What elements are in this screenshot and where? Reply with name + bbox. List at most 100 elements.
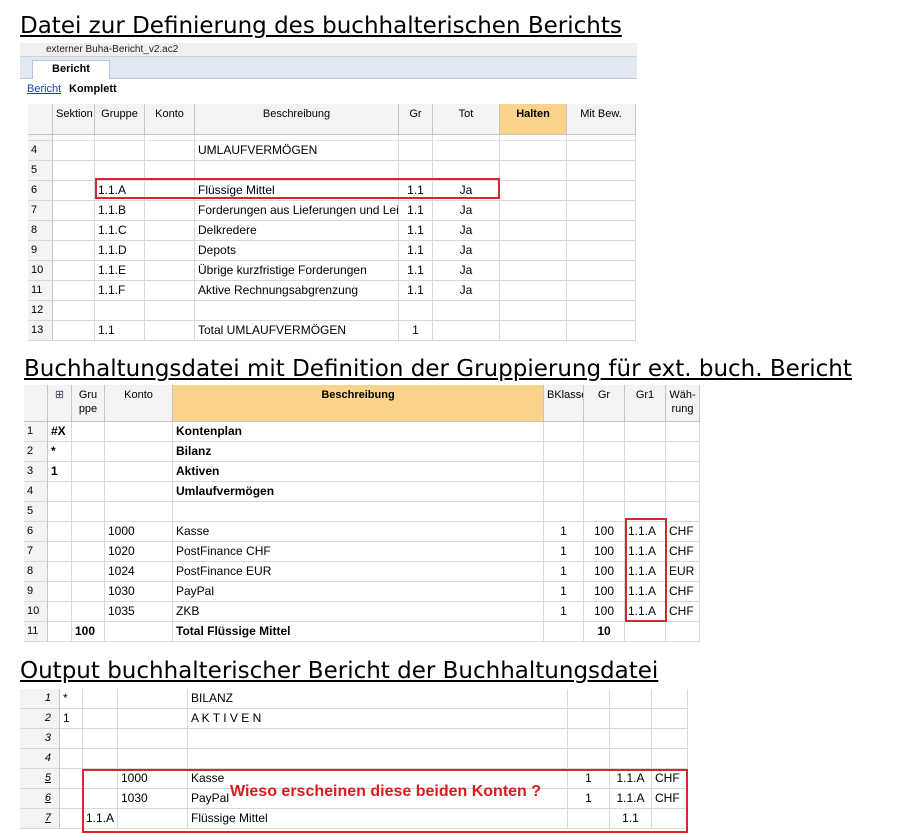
row-number: 4 <box>20 749 60 769</box>
row-number: 11 <box>24 622 48 642</box>
cell-gruppe: 1.1.F <box>95 281 145 301</box>
bericht-link[interactable]: Bericht <box>27 80 61 98</box>
cell-beschreibung: Umlaufvermögen <box>173 482 544 502</box>
cell-beschreibung <box>173 502 544 522</box>
cell-gr <box>584 482 625 502</box>
cell-halten <box>500 281 567 301</box>
cell-beschreibung: Delkredere <box>195 221 399 241</box>
cell-g <box>652 729 688 749</box>
row-number: 2 <box>20 709 60 729</box>
cell-w <box>666 482 700 502</box>
accounts-grid: ⊞ Gru ppe Konto Beschreibung BKlasse Gr Gr1 Wäh… <box>24 385 700 645</box>
cell-sec <box>48 622 72 642</box>
cell-beschreibung <box>195 301 399 321</box>
cell-w <box>666 502 700 522</box>
cell-w: CHF <box>666 522 700 542</box>
cell-gr <box>584 422 625 442</box>
accounting-file-window: ⊞ Gru ppe Konto Beschreibung BKlasse Gr Gr1 Wäh… <box>24 385 700 645</box>
cell-b <box>83 709 118 729</box>
column-header-whrung: Wäh- rung <box>666 385 700 422</box>
cell-beschreibung: PostFinance CHF <box>173 542 544 562</box>
cell-sec <box>48 582 72 602</box>
row-number: 2 <box>24 442 48 462</box>
cell-gr1 <box>625 622 666 642</box>
cell-halten <box>500 241 567 261</box>
row-number: 6 <box>28 181 53 201</box>
cell-beschreibung: Total UMLAUFVERMÖGEN <box>195 321 399 341</box>
cell-bk <box>544 622 584 642</box>
cell-w: CHF <box>666 602 700 622</box>
cell-tot <box>433 321 500 341</box>
cell-beschreibung: Aktive Rechnungsabgrenzung <box>195 281 399 301</box>
cell-gr <box>584 502 625 522</box>
cell-mitbew <box>567 301 636 321</box>
cell-konto <box>145 221 195 241</box>
cell-w <box>666 622 700 642</box>
cell-bk <box>544 422 584 442</box>
column-header-gr: Gr <box>584 385 625 422</box>
view-bar: Bericht Komplett <box>20 80 637 98</box>
cell-gr1 <box>625 462 666 482</box>
cell-gr: 1 <box>399 321 433 341</box>
cell-gr: 100 <box>584 602 625 622</box>
cell-gruppe <box>95 141 145 161</box>
cell-mitbew <box>567 201 636 221</box>
cell-gruppe <box>72 422 105 442</box>
window-title-bar: externer Buha-Bericht_v2.ac2 <box>20 43 637 57</box>
view-komplett[interactable]: Komplett <box>69 80 117 98</box>
column-header-tot: Tot <box>433 104 500 135</box>
cell-bk <box>544 442 584 462</box>
row-number: 9 <box>24 582 48 602</box>
column-header-gruppe: Gruppe <box>95 104 145 135</box>
cell-gr: 100 <box>584 582 625 602</box>
cell-b <box>83 749 118 769</box>
cell-gr: 1.1 <box>399 281 433 301</box>
cell-beschreibung: Übrige kurzfristige Forderungen <box>195 261 399 281</box>
cell-sec <box>48 482 72 502</box>
cell-sektion <box>53 181 95 201</box>
cell-mitbew <box>567 221 636 241</box>
cell-halten <box>500 321 567 341</box>
cell-konto <box>105 482 173 502</box>
cell-gr: 1.1 <box>399 261 433 281</box>
question-annotation: Wieso erscheinen diese beiden Konten ? <box>230 783 542 800</box>
cell-c <box>118 689 188 709</box>
cell-d: A K T I V E N <box>188 709 568 729</box>
cell-gruppe <box>72 542 105 562</box>
cell-beschreibung: Depots <box>195 241 399 261</box>
header-sec: ⊞ <box>48 385 72 422</box>
cell-gr1 <box>625 482 666 502</box>
cell-gr <box>399 301 433 321</box>
cell-gruppe: 1.1.B <box>95 201 145 221</box>
cell-beschreibung: UMLAUFVERMÖGEN <box>195 141 399 161</box>
cell-gr <box>584 462 625 482</box>
cell-gr1 <box>625 442 666 462</box>
cell-gr <box>584 442 625 462</box>
cell-g <box>652 749 688 769</box>
cell-b <box>83 689 118 709</box>
header-rownum <box>24 385 48 422</box>
cell-bk: 1 <box>544 542 584 562</box>
cell-mitbew <box>567 321 636 341</box>
column-config-icon[interactable]: ⊞ <box>55 389 64 401</box>
column-header-beschreibung: Beschreibung <box>195 104 399 135</box>
cell-tot <box>433 301 500 321</box>
cell-konto <box>145 241 195 261</box>
cell-gr: 10 <box>584 622 625 642</box>
row-number: 10 <box>28 261 53 281</box>
column-header-konto: Konto <box>145 104 195 135</box>
cell-c <box>118 749 188 769</box>
cell-sec: #X <box>48 422 72 442</box>
cell-sektion <box>53 221 95 241</box>
cell-b <box>83 729 118 749</box>
cell-tot: Ja <box>433 201 500 221</box>
column-header-gr: Gr <box>399 104 433 135</box>
cell-beschreibung: Kontenplan <box>173 422 544 442</box>
tab-strip: Bericht <box>20 57 637 79</box>
cell-halten <box>500 301 567 321</box>
heading-accounting-file: Buchhaltungsdatei mit Definition der Gru… <box>24 356 852 382</box>
cell-g <box>652 709 688 729</box>
tab-bericht[interactable]: Bericht <box>32 60 110 79</box>
cell-halten <box>500 221 567 241</box>
cell-bk: 1 <box>544 522 584 542</box>
